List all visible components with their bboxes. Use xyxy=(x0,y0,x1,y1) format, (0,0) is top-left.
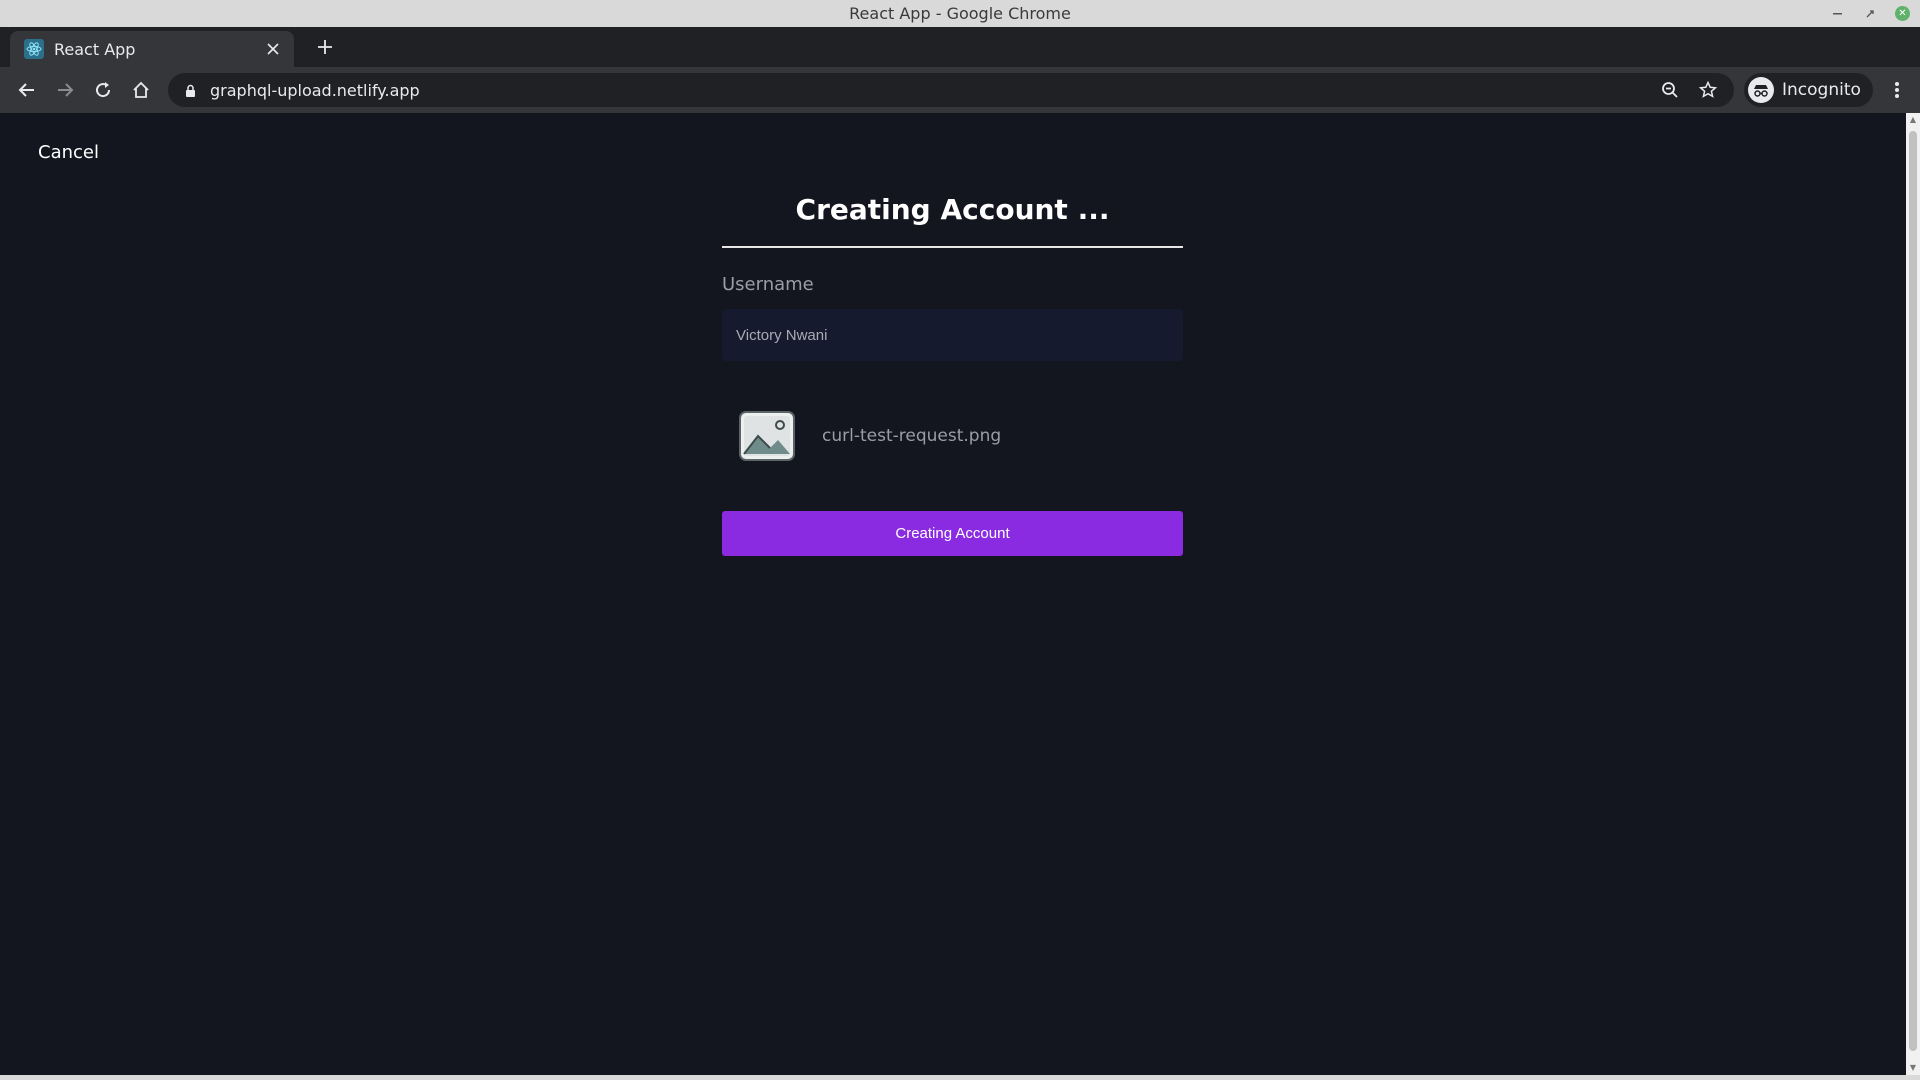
lock-icon[interactable] xyxy=(184,83,196,97)
react-favicon-icon xyxy=(24,39,44,59)
tab-close-icon[interactable] xyxy=(262,38,284,60)
image-icon xyxy=(738,410,796,462)
url-text[interactable]: graphql-upload.netlify.app xyxy=(210,81,420,100)
scroll-down-icon[interactable]: ▼ xyxy=(1906,1061,1920,1075)
address-bar[interactable]: graphql-upload.netlify.app xyxy=(168,73,1734,107)
username-label: Username xyxy=(722,274,814,295)
home-icon xyxy=(133,81,149,98)
incognito-label: Incognito xyxy=(1782,80,1861,100)
page-scrollbar[interactable]: ▲ ▼ xyxy=(1906,113,1920,1075)
minimize-button[interactable] xyxy=(1831,7,1845,21)
reload-icon xyxy=(96,82,111,98)
tab-react-app[interactable]: React App xyxy=(10,31,294,67)
incognito-icon xyxy=(1748,77,1774,103)
window-bottom-border xyxy=(0,1075,1920,1080)
tab-title: React App xyxy=(54,39,136,59)
star-icon[interactable] xyxy=(1694,76,1722,104)
window-titlebar: React App - Google Chrome ✕ xyxy=(0,0,1920,27)
kebab-menu-icon xyxy=(1895,82,1899,98)
zoom-icon[interactable] xyxy=(1656,76,1684,104)
scroll-thumb[interactable] xyxy=(1909,131,1917,1051)
plus-icon xyxy=(318,40,332,54)
profile-button[interactable]: Incognito xyxy=(1744,73,1873,107)
create-account-button[interactable]: Creating Account xyxy=(722,511,1183,556)
file-name: curl-test-request.png xyxy=(822,426,1002,446)
new-tab-button[interactable] xyxy=(312,35,338,61)
username-input[interactable] xyxy=(722,309,1183,361)
reload-button[interactable] xyxy=(88,75,118,105)
scroll-up-icon[interactable]: ▲ xyxy=(1906,113,1920,127)
restore-button[interactable] xyxy=(1863,7,1877,21)
browser-menu-button[interactable] xyxy=(1882,75,1912,105)
window-title: React App - Google Chrome xyxy=(849,4,1071,23)
browser-toolbar: graphql-upload.netlify.app Incognito xyxy=(0,67,1920,113)
forward-button[interactable] xyxy=(50,75,80,105)
window-controls: ✕ xyxy=(1831,0,1910,27)
arrow-left-icon xyxy=(18,83,34,97)
arrow-right-icon xyxy=(58,83,74,97)
close-window-button[interactable]: ✕ xyxy=(1895,6,1910,21)
tab-strip: React App xyxy=(0,27,1920,67)
minimize-icon xyxy=(1833,12,1842,14)
back-button[interactable] xyxy=(12,75,42,105)
selected-file: curl-test-request.png xyxy=(722,409,1183,463)
create-account-form: Creating Account ... Username curl-test-… xyxy=(722,193,1183,556)
address-bar-actions xyxy=(1656,73,1734,107)
cancel-link[interactable]: Cancel xyxy=(38,142,99,163)
restore-icon xyxy=(1866,9,1874,17)
home-button[interactable] xyxy=(126,75,156,105)
page-viewport: Cancel Creating Account ... Username cur… xyxy=(0,113,1906,1075)
page-title: Creating Account ... xyxy=(722,193,1183,248)
